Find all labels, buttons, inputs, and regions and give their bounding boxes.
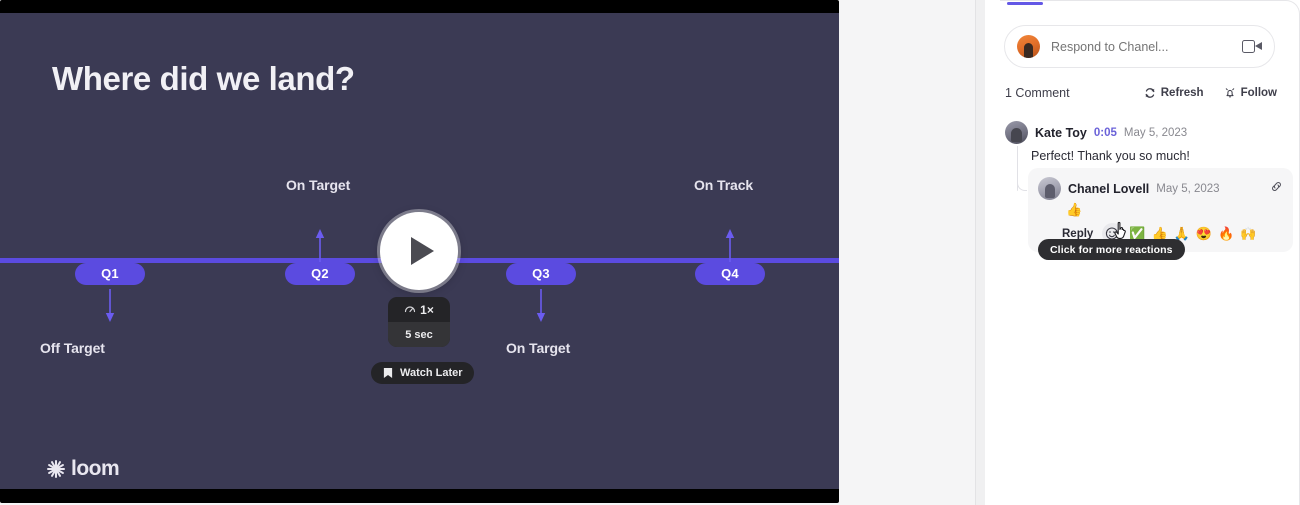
quick-reaction-prayinghands[interactable]: 🙏	[1174, 227, 1190, 240]
arrow-up-q2-icon	[314, 228, 326, 262]
loom-mark-icon	[47, 460, 65, 478]
comments-meta-actions: Refresh Follow	[1144, 87, 1277, 99]
composer-avatar	[1017, 35, 1040, 58]
timeline-label-q3: On Target	[506, 340, 571, 356]
timeline-label-q2: On Target	[286, 177, 351, 193]
video-duration: 5 sec	[388, 322, 450, 347]
reply-date: May 5, 2023	[1156, 182, 1220, 195]
video-player-region: Where did we land? Q1 Q2 Q3 Q4 Off Targe…	[0, 0, 975, 505]
reply-button[interactable]: Reply	[1062, 228, 1093, 240]
refresh-label: Refresh	[1160, 87, 1204, 99]
follow-button[interactable]: Follow	[1224, 87, 1277, 99]
arrow-up-q4-icon	[724, 228, 736, 262]
watch-later-button[interactable]: Watch Later	[371, 362, 474, 384]
arrow-down-q1-icon	[104, 289, 116, 323]
play-triangle-icon	[410, 237, 434, 265]
refresh-icon	[1145, 88, 1155, 98]
playback-speed-row[interactable]: 1×	[388, 297, 450, 322]
comment-input[interactable]	[1049, 38, 1242, 55]
timeline-label-q4: On Track	[694, 177, 754, 193]
active-tab-indicator	[1007, 2, 1043, 5]
refresh-button[interactable]: Refresh	[1144, 87, 1204, 99]
watch-later-label: Watch Later	[400, 367, 463, 379]
quick-reaction-hearteyes[interactable]: 😍	[1196, 227, 1212, 240]
comment-author: Kate Toy	[1035, 125, 1087, 140]
comment-header: Kate Toy 0:05 May 5, 2023	[1005, 121, 1300, 144]
comments-meta-row: 1 Comment Refresh Follow	[1005, 86, 1277, 100]
reply-header: Chanel Lovell May 5, 2023	[1038, 177, 1283, 200]
bookmark-icon	[383, 367, 393, 379]
quick-reaction-raisinghands[interactable]: 🙌	[1240, 227, 1256, 240]
arrow-down-q3-icon	[535, 289, 547, 323]
comment-avatar	[1005, 121, 1028, 144]
loom-logo: loom	[47, 457, 120, 481]
comment-item: Kate Toy 0:05 May 5, 2023 Perfect! Thank…	[1005, 121, 1300, 163]
loom-video-page: Where did we land? Q1 Q2 Q3 Q4 Off Targe…	[0, 0, 1300, 505]
reply-author: Chanel Lovell	[1068, 181, 1150, 196]
playback-speed-icon	[405, 305, 416, 312]
quick-reaction-fire[interactable]: 🔥	[1218, 227, 1234, 240]
loom-wordmark: loom	[71, 457, 120, 480]
timeline-label-q1: Off Target	[40, 340, 105, 356]
timeline-node-q1: Q1	[75, 263, 145, 285]
reactions-tooltip: Click for more reactions	[1038, 239, 1185, 260]
playback-speed-widget[interactable]: 1× 5 sec	[388, 297, 450, 347]
comment-date: May 5, 2023	[1123, 126, 1188, 139]
comment-count: 1 Comment	[1005, 86, 1070, 100]
reply-emoji: 👍	[1066, 202, 1083, 217]
bell-icon	[1225, 88, 1234, 98]
timeline-node-q3: Q3	[506, 263, 576, 285]
reply-avatar	[1038, 177, 1061, 200]
comment-timestamp[interactable]: 0:05	[1094, 127, 1117, 139]
comment-composer[interactable]	[1004, 25, 1275, 68]
comment-body: Perfect! Thank you so much!	[1031, 149, 1190, 163]
slide-title: Where did we land?	[52, 60, 355, 97]
follow-label: Follow	[1240, 87, 1277, 99]
video-camera-icon[interactable]	[1242, 39, 1262, 54]
video-frame[interactable]: Where did we land? Q1 Q2 Q3 Q4 Off Targe…	[0, 0, 839, 503]
play-button[interactable]	[380, 212, 458, 290]
copy-link-icon[interactable]	[1270, 180, 1283, 198]
timeline-node-q2: Q2	[285, 263, 355, 285]
playback-speed-value: 1×	[420, 302, 434, 317]
timeline-node-q4: Q4	[695, 263, 765, 285]
